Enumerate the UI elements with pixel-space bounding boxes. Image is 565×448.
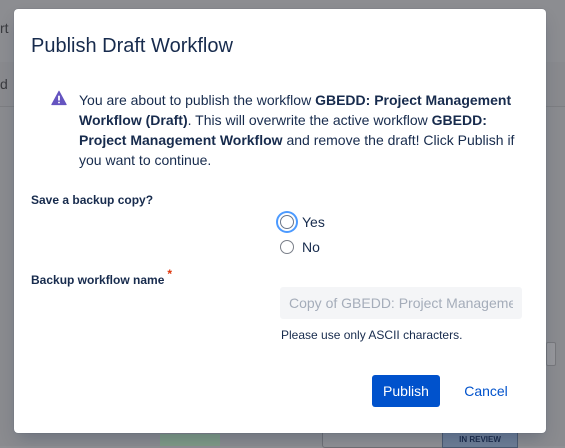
no-radio[interactable] <box>280 240 294 254</box>
yes-radio[interactable] <box>280 215 294 229</box>
required-marker: * <box>167 267 173 281</box>
background-fragment-top: rt <box>0 20 9 36</box>
backup-name-input[interactable] <box>280 287 522 319</box>
backup-name-label-text: Backup workflow name <box>31 273 165 287</box>
dialog-title: Publish Draft Workflow <box>31 35 233 57</box>
background-node <box>160 434 220 446</box>
warning-text: You are about to publish the workflow <box>79 92 316 108</box>
warning-icon <box>51 90 67 106</box>
backup-name-label: Backup workflow name * <box>31 267 172 287</box>
background-handle <box>546 342 556 366</box>
yes-radio-label: Yes <box>302 214 325 230</box>
no-radio-label: No <box>302 239 320 255</box>
background-fragment-left: d <box>0 76 8 92</box>
warning-text: . This will overwrite the active workflo… <box>187 112 432 128</box>
publish-draft-dialog: Publish Draft Workflow You are about to … <box>14 9 546 433</box>
backup-question-label: Save a backup copy? <box>31 193 154 207</box>
warning-message: You are about to publish the workflow GB… <box>79 90 519 170</box>
radio-option-no[interactable]: No <box>280 239 320 255</box>
publish-button[interactable]: Publish <box>372 375 440 407</box>
radio-option-yes[interactable]: Yes <box>280 214 325 230</box>
cancel-button[interactable]: Cancel <box>454 375 518 407</box>
ascii-hint: Please use only ASCII characters. <box>281 328 463 342</box>
